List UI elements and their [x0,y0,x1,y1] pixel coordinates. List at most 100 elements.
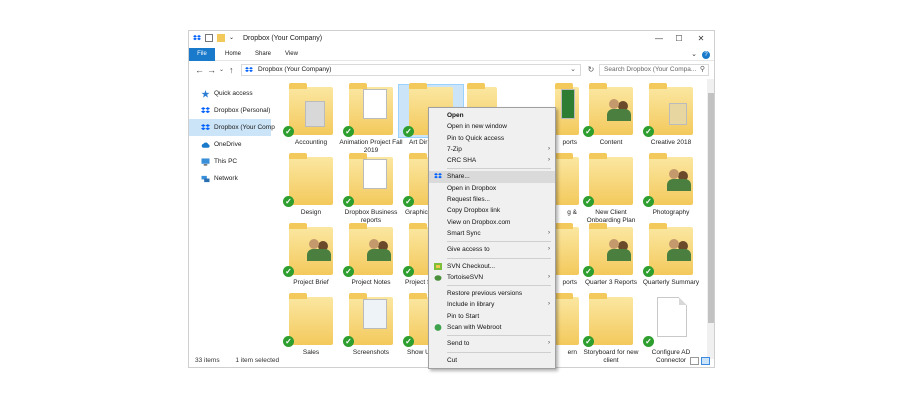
tab-view[interactable]: View [279,48,304,61]
menu-item-open-in-new-window[interactable]: Open in new window [429,121,555,132]
menu-item-scan-with-webroot[interactable]: Scan with Webroot [429,322,555,333]
menu-item-svn-checkout[interactable]: SVN Checkout... [429,261,555,272]
new-folder-icon[interactable] [217,34,225,42]
folder-item[interactable]: ✓ Quarterly Summary [639,223,703,287]
menu-item-tortoisesvn[interactable]: TortoiseSVN › [429,272,555,283]
folder-name: Content [599,139,623,146]
folder-item[interactable]: ✓ Project Brief [279,223,343,287]
sidebar-item-dropbox-company[interactable]: Dropbox (Your Comp [189,119,275,136]
menu-item-open[interactable]: Open [429,110,555,121]
menu-item-label: View on Dropbox.com [447,218,511,226]
menu-item-send-to[interactable]: Send to › [429,338,555,349]
synced-check-icon: ✓ [283,336,294,347]
sidebar-item-label: OneDrive [214,141,242,148]
tab-share[interactable]: Share [249,48,277,61]
sidebar-item-label: This PC [214,158,238,165]
minimize-button[interactable]: — [649,33,669,45]
quick-access-toolbar-dropdown[interactable]: ⌄ [229,34,237,42]
menu-item-request-files[interactable]: Request files... [429,194,555,205]
details-view-button[interactable] [690,357,699,365]
menu-separator [447,257,551,259]
menu-item-crc-sha[interactable]: CRC SHA › [429,155,555,166]
folder-item[interactable]: ✓ Creative 2018 [639,83,703,147]
sidebar-item-dropbox-personal[interactable]: Dropbox (Personal) [189,102,271,119]
menu-item-label: Open [447,112,464,119]
submenu-arrow-icon: › [548,246,550,253]
folder-item[interactable]: ✓ Project Notes [339,223,403,287]
menu-item-view-on-dropbox-com[interactable]: View on Dropbox.com [429,217,555,228]
synced-check-icon: ✓ [583,196,594,207]
properties-icon[interactable] [205,34,213,42]
synced-check-icon: ✓ [283,126,294,137]
folder-name: Storyboard for new client [583,349,639,364]
tab-file[interactable]: File [189,48,215,61]
tab-home[interactable]: Home [219,48,247,61]
menu-item-cut[interactable]: Cut [429,355,555,366]
address-bar[interactable]: Dropbox (Your Company) ⌄ [241,64,581,76]
folder-item[interactable]: ✓ Storyboard for new client [579,293,643,365]
folder-item[interactable]: ✓ Photography [639,153,703,217]
menu-item-label: Copy [447,368,462,369]
up-button[interactable]: ↑ [229,64,234,76]
close-button[interactable]: ✕ [691,33,711,45]
large-icons-view-button[interactable] [701,357,710,365]
sidebar-item-quick-access[interactable]: Quick access [189,85,271,102]
search-input[interactable]: Search Dropbox (Your Compa... ⚲ [599,64,709,76]
sidebar-item-network[interactable]: Network [189,170,271,187]
menu-item-label: TortoiseSVN [447,273,484,281]
breadcrumb-path[interactable]: Dropbox (Your Company) [258,66,331,73]
menu-item-pin-to-start[interactable]: Pin to Start [429,311,555,322]
recent-locations-button[interactable]: ⌄ [219,64,224,76]
folder-item[interactable]: ✓ Accounting [279,83,343,147]
menu-item-label: Share... [447,173,470,181]
folder-item[interactable]: ✓ Quarter 3 Reports [579,223,643,287]
submenu-arrow-icon: › [548,229,550,236]
menu-item-pin-to-quick-access[interactable]: Pin to Quick access [429,133,555,144]
menu-item-label: Cut [447,356,458,364]
menu-item-share[interactable]: Share... [429,171,555,183]
dropbox-icon [434,173,442,180]
scrollbar-thumb[interactable] [708,93,714,323]
synced-check-icon: ✓ [643,336,654,347]
menu-item-label: 7-Zip [447,145,462,153]
sidebar-item-this-pc[interactable]: This PC [189,153,271,170]
folder-item[interactable]: ✓ Animation Project Fall 2019 [339,83,403,155]
computer-icon [201,157,210,166]
menu-item-7-zip[interactable]: 7-Zip › [429,144,555,155]
menu-item-give-access-to[interactable]: Give access to › [429,244,555,255]
folder-item[interactable]: ✓ Content [579,83,643,147]
menu-item-copy[interactable]: Copy [429,366,555,369]
menu-item-label: Send to [447,340,470,348]
menu-item-copy-dropbox-link[interactable]: Copy Dropbox link [429,205,555,216]
sidebar-item-label: Dropbox (Your Comp [214,124,275,131]
back-button[interactable]: ← [195,64,204,76]
submenu-arrow-icon: › [548,340,550,347]
ribbon-expand-button[interactable]: ⌄ [691,51,697,58]
folder-item[interactable]: ✓ Dropbox Business reports [339,153,403,225]
synced-check-icon: ✓ [583,266,594,277]
synced-check-icon: ✓ [343,266,354,277]
menu-item-smart-sync[interactable]: Smart Sync › [429,228,555,239]
synced-check-icon: ✓ [403,266,414,277]
help-icon[interactable]: ? [702,51,710,59]
menu-item-include-in-library[interactable]: Include in library › [429,299,555,310]
vertical-scrollbar[interactable] [707,79,714,359]
menu-item-label: Pin to Start [447,312,480,320]
synced-check-icon: ✓ [343,196,354,207]
address-history-dropdown[interactable]: ⌄ [570,65,576,75]
folder-name: Quarterly Summary [642,279,700,286]
menu-item-restore-previous-versions[interactable]: Restore previous versions [429,288,555,299]
folder-item[interactable]: ✓ New Client Onboarding Plan [579,153,643,225]
menu-item-open-in-dropbox[interactable]: Open in Dropbox [429,183,555,194]
folder-item[interactable]: ✓ Sales [279,293,343,357]
ribbon-tabs: File Home Share View ⌄ ? [189,48,714,61]
sidebar-item-onedrive[interactable]: OneDrive [189,136,271,153]
folder-name: Quarter 3 Reports [584,279,638,286]
folder-item[interactable]: ✓ Screenshots [339,293,403,357]
maximize-button[interactable]: ☐ [669,33,689,45]
refresh-button[interactable]: ↻ [585,64,597,76]
file-item[interactable]: ✓ Configure AD Connector [639,295,703,365]
menu-item-label: Request files... [447,196,490,204]
folder-item[interactable]: ✓ Design [279,153,343,217]
forward-button[interactable]: → [207,64,216,76]
